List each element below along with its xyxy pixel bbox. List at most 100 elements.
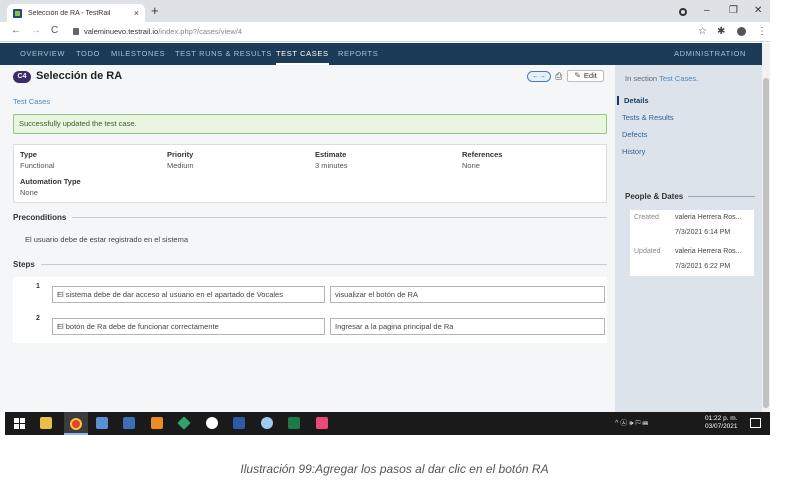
property-references: References None: [462, 150, 502, 170]
profile-avatar-icon[interactable]: [737, 27, 746, 36]
app-icon[interactable]: [96, 417, 108, 429]
new-tab-button[interactable]: +: [151, 4, 159, 18]
nav-todo[interactable]: TODO: [76, 43, 100, 65]
windows-taskbar: ^ ㉦ 🕪 ⚐ ⌨ 01:22 p. m. 03/07/2021: [5, 412, 770, 435]
taskbar-clock[interactable]: 01:22 p. m. 03/07/2021: [705, 415, 738, 431]
close-window-button[interactable]: ✕: [754, 5, 762, 16]
minimize-button[interactable]: –: [704, 5, 710, 16]
people-dates-heading: People & Dates: [625, 192, 755, 201]
property-label: Priority: [167, 150, 194, 159]
lock-icon: [73, 28, 79, 35]
property-type: Type Functional: [20, 150, 55, 170]
scrollbar-thumb[interactable]: [763, 78, 769, 408]
app-icon[interactable]: [177, 416, 191, 430]
sidebar-tab-defects[interactable]: Defects: [622, 130, 647, 139]
nav-administration[interactable]: ADMINISTRATION: [674, 43, 746, 65]
steps-table: 1 El sistema debe de dar acceso al usuar…: [13, 277, 607, 343]
steps-label: Steps: [13, 260, 35, 269]
app-icon[interactable]: [151, 417, 163, 429]
browser-tab[interactable]: Selección de RA - TestRail ×: [7, 4, 145, 22]
nav-test-runs[interactable]: TEST RUNS & RESULTS: [175, 43, 272, 65]
url-path: /index.php?/cases/view/4: [158, 27, 243, 36]
edit-button[interactable]: ✎ Edit: [567, 70, 604, 82]
nav-milestones[interactable]: MILESTONES: [111, 43, 165, 65]
figure-caption: Ilustración 99:Agregar los pasos al dar …: [240, 462, 549, 476]
nav-reports[interactable]: REPORTS: [338, 43, 378, 65]
extensions-icon[interactable]: ✱: [717, 26, 725, 37]
app-navigation: OVERVIEW TODO MILESTONES TEST RUNS & RES…: [0, 43, 762, 65]
nav-overview[interactable]: OVERVIEW: [20, 43, 65, 65]
word-icon[interactable]: [233, 417, 245, 429]
people-dates-title: People & Dates: [625, 192, 684, 201]
windows-start-icon[interactable]: [14, 418, 25, 429]
app-icon[interactable]: [123, 417, 135, 429]
record-icon[interactable]: [679, 8, 687, 16]
notifications-icon[interactable]: [750, 418, 761, 428]
property-value: None: [20, 188, 38, 197]
app-icon[interactable]: [316, 417, 328, 429]
close-tab-icon[interactable]: ×: [134, 8, 139, 18]
in-section-text: In section Test Cases.: [625, 74, 698, 83]
in-section-link[interactable]: Test Cases: [659, 74, 696, 83]
in-section-prefix: In section: [625, 74, 658, 83]
property-value: None: [462, 161, 480, 170]
forward-arrow-icon[interactable]: →: [31, 26, 41, 36]
clock-date: 03/07/2021: [705, 423, 738, 430]
case-toolbar: ←→ ⎙ ✎ Edit: [527, 70, 604, 82]
sidebar-tab-tests-results[interactable]: Tests & Results: [622, 113, 674, 122]
success-alert: Successfully updated the test case.: [13, 114, 607, 134]
step-expected-cell: visualizar el botón de RA: [330, 286, 605, 303]
property-label: References: [462, 150, 503, 159]
property-value: 3 minutes: [315, 161, 348, 170]
property-label: Type: [20, 150, 37, 159]
nav-test-cases[interactable]: TEST CASES: [276, 43, 329, 65]
updated-label: Updated: [634, 248, 661, 255]
right-sidebar: In section Test Cases. Details Tests & R…: [615, 65, 762, 412]
created-by: valeria Herrera Ros...: [675, 214, 742, 221]
updated-at: 7/3/2021 6:22 PM: [675, 263, 731, 270]
people-dates-panel: Created valeria Herrera Ros... 7/3/2021 …: [630, 210, 754, 276]
property-label: Automation Type: [20, 177, 81, 186]
file-explorer-icon[interactable]: [40, 417, 52, 429]
case-id-badge: C4: [13, 71, 31, 83]
app-icon[interactable]: [206, 417, 218, 429]
breadcrumb[interactable]: Test Cases: [13, 97, 50, 106]
app-icon[interactable]: [261, 417, 273, 429]
browser-tab-strip: Selección de RA - TestRail × + – ❐ ✕: [0, 0, 770, 22]
section-divider: [72, 217, 607, 218]
created-label: Created: [634, 214, 659, 221]
preconditions-text: El usuario debe de estar registrado en e…: [25, 235, 189, 244]
edit-button-label: Edit: [583, 71, 597, 80]
pencil-icon: ✎: [574, 71, 581, 80]
prev-next-arrows-icon[interactable]: ←→: [527, 70, 551, 82]
excel-icon[interactable]: [288, 417, 300, 429]
section-divider: [688, 196, 755, 197]
print-icon[interactable]: ⎙: [555, 71, 562, 82]
page-scrollbar[interactable]: [762, 43, 770, 412]
preconditions-heading: Preconditions: [13, 213, 607, 222]
sidebar-tab-details[interactable]: Details: [617, 96, 649, 105]
reload-icon[interactable]: C: [51, 26, 58, 36]
url-field[interactable]: valeminuevo.testrail.io/index.php?/cases…: [84, 27, 242, 36]
main-content: C4 Selección de RA ←→ ⎙ ✎ Edit Test Case…: [0, 65, 615, 412]
step-number: 2: [36, 315, 40, 322]
created-at: 7/3/2021 6:14 PM: [675, 229, 731, 236]
testrail-favicon-icon: [13, 8, 22, 18]
bookmark-star-icon[interactable]: ☆: [698, 26, 707, 37]
chrome-icon[interactable]: [70, 418, 82, 430]
maximize-button[interactable]: ❐: [729, 5, 738, 16]
updated-by: valeria Herrera Ros...: [675, 248, 742, 255]
address-bar: ← → C valeminuevo.testrail.io/index.php?…: [0, 22, 770, 42]
sidebar-tab-history[interactable]: History: [622, 147, 645, 156]
property-value: Functional: [20, 161, 55, 170]
steps-heading: Steps: [13, 260, 607, 269]
section-divider: [40, 264, 607, 265]
in-section-suffix: .: [696, 74, 699, 83]
step-content-cell: El sistema debe de dar acceso al usuario…: [52, 286, 325, 303]
system-tray-icons[interactable]: ^ ㉦ 🕪 ⚐ ⌨: [615, 418, 648, 428]
property-value: Medium: [167, 161, 194, 170]
property-estimate: Estimate 3 minutes: [315, 150, 348, 170]
property-label: Estimate: [315, 150, 347, 159]
browser-menu-icon[interactable]: ⋮: [757, 26, 767, 37]
back-arrow-icon[interactable]: ←: [11, 26, 21, 36]
